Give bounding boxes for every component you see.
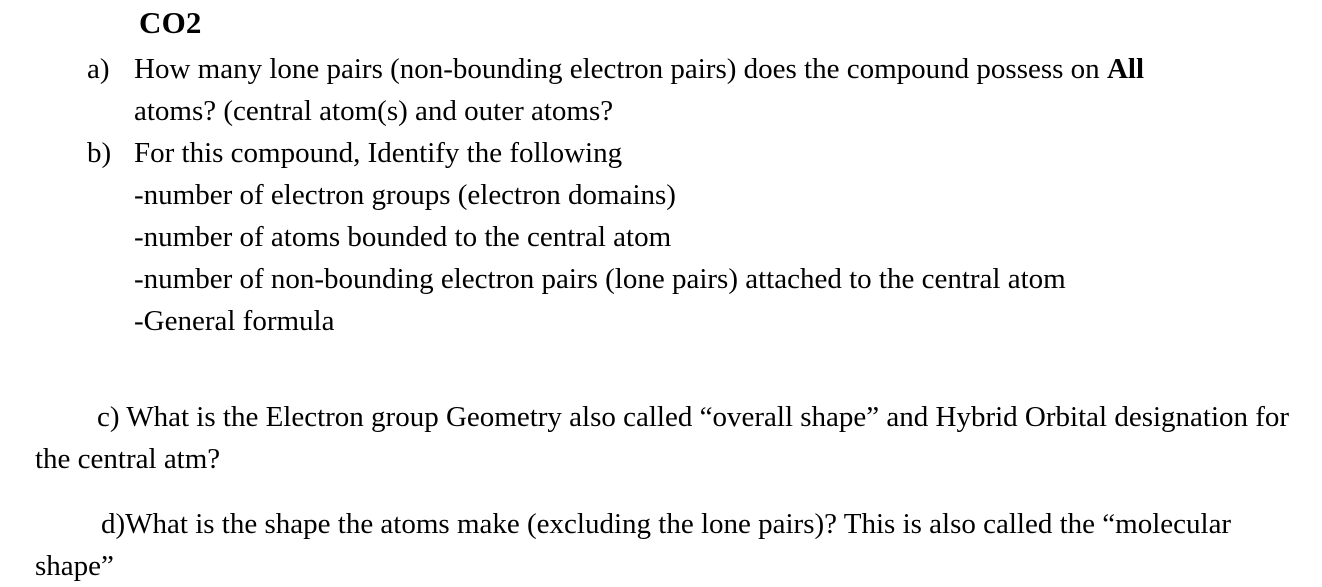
document-page: CO2 a) How many lone pairs (non-bounding… (0, 0, 1322, 582)
list-marker-b: b) (87, 137, 112, 169)
page-title: CO2 (139, 5, 202, 40)
list-item-a: a) How many lone pairs (non-bounding ele… (0, 48, 1322, 132)
question-a-line-1: How many lone pairs (non-bounding electr… (134, 48, 1322, 90)
sub-line-bonded-atoms: -number of atoms bounded to the central … (134, 221, 672, 253)
list-item-b: b) For this compound, Identify the follo… (0, 132, 1322, 342)
question-d-paragraph: d)What is the shape the atoms make (excl… (35, 508, 1232, 582)
sub-line-lone-pairs: -number of non-bounding electron pairs (… (134, 263, 1066, 295)
question-a-emphasis: All (1106, 53, 1144, 85)
question-b-sublist: -number of electron groups (electron dom… (134, 174, 1322, 342)
question-c-paragraph: c) What is the Electron group Geometry a… (35, 401, 1290, 475)
list-marker-a: a) (87, 53, 110, 85)
question-a-text: How many lone pairs (non-bounding electr… (134, 53, 1107, 85)
sub-line-general-formula: -General formula (134, 305, 335, 337)
question-list: a) How many lone pairs (non-bounding ele… (0, 48, 1322, 342)
sub-line-electron-groups: -number of electron groups (electron dom… (134, 179, 676, 211)
question-a-line-2: atoms? (central atom(s) and outer atoms? (134, 95, 614, 127)
question-b-text: For this compound, Identify the followin… (134, 137, 623, 169)
